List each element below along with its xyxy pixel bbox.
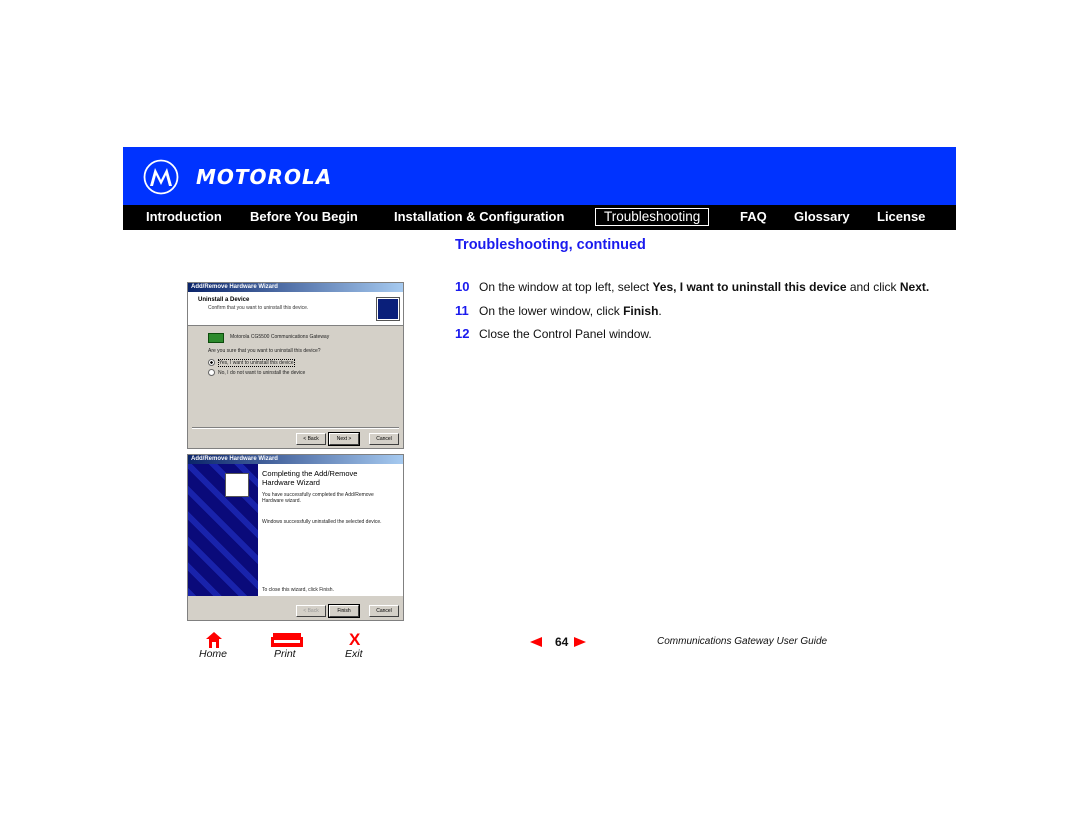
step-number: 12 bbox=[455, 326, 470, 341]
network-card-icon bbox=[208, 333, 224, 343]
nav-installation-configuration[interactable]: Installation & Configuration bbox=[394, 209, 564, 224]
step-text-plain: . bbox=[658, 303, 662, 318]
step-text-bold: Yes, I want to uninstall this device bbox=[652, 280, 847, 294]
dialog-header: Uninstall a Device Confirm that you want… bbox=[188, 292, 403, 326]
radio-yes-uninstall: Yes, I want to uninstall this device bbox=[208, 358, 295, 367]
radio-no-uninstall: No, I do not want to uninstall the devic… bbox=[208, 369, 305, 376]
next-page-arrow-icon[interactable] bbox=[574, 637, 586, 647]
close-instruction: To close this wizard, click Finish. bbox=[262, 587, 334, 593]
step-text-bold: Finish bbox=[623, 303, 659, 318]
exit-icon[interactable]: X bbox=[349, 630, 360, 650]
step-text-plain: and click bbox=[846, 280, 900, 294]
nav-troubleshooting[interactable]: Troubleshooting bbox=[595, 208, 710, 226]
step-text-bold: Next. bbox=[899, 280, 930, 294]
cancel-button: Cancel bbox=[369, 605, 399, 617]
next-button: Next > bbox=[328, 432, 360, 446]
dialog-heading: Completing the Add/Remove Hardware Wizar… bbox=[262, 469, 358, 487]
back-button: < Back bbox=[296, 605, 326, 617]
step-text: On the lower window, click Finish. bbox=[479, 304, 662, 318]
section-title: Troubleshooting, continued bbox=[455, 237, 646, 253]
main-nav: Introduction Before You Begin Installati… bbox=[123, 205, 956, 230]
radio-label: Yes, I want to uninstall this device bbox=[218, 358, 295, 367]
page-number: 64 bbox=[555, 635, 569, 649]
radio-button-selected bbox=[208, 359, 215, 366]
nav-faq[interactable]: FAQ bbox=[740, 209, 767, 224]
previous-page-arrow-icon[interactable] bbox=[530, 637, 542, 647]
hardware-wizard-icon bbox=[225, 473, 249, 497]
motorola-logo-icon bbox=[143, 159, 179, 195]
radio-label: No, I do not want to uninstall the devic… bbox=[218, 369, 306, 376]
uninstall-device-dialog-screenshot: Add/Remove Hardware Wizard Uninstall a D… bbox=[187, 282, 404, 449]
back-button: < Back bbox=[296, 433, 326, 445]
step-text-plain: On the window at top left, select bbox=[479, 280, 653, 294]
device-name: Motorola CG5500 Communications Gateway bbox=[230, 334, 330, 340]
cancel-button: Cancel bbox=[369, 433, 399, 445]
print-icon[interactable] bbox=[271, 633, 303, 647]
dialog-body: Completing the Add/Remove Hardware Wizar… bbox=[258, 464, 403, 596]
step-text: On the window at top left, select Yes, I… bbox=[479, 280, 929, 294]
completing-wizard-dialog-screenshot: Add/Remove Hardware Wizard Completing th… bbox=[187, 454, 404, 621]
radio-button bbox=[208, 369, 215, 376]
uninstall-message: Windows successfully uninstalled the sel… bbox=[262, 519, 382, 525]
finish-button: Finish bbox=[328, 604, 360, 618]
step-number: 11 bbox=[455, 302, 469, 318]
home-icon[interactable] bbox=[206, 632, 222, 648]
guide-title: Communications Gateway User Guide bbox=[657, 636, 828, 647]
hardware-wizard-icon bbox=[376, 297, 400, 321]
step-text-plain: On the lower window, click bbox=[479, 303, 624, 318]
header-banner: MOTOROLA bbox=[123, 147, 956, 205]
nav-before-you-begin[interactable]: Before You Begin bbox=[250, 209, 358, 224]
dialog-separator bbox=[192, 427, 399, 429]
print-link[interactable]: Print bbox=[274, 648, 296, 660]
dialog-heading: Uninstall a Device bbox=[198, 297, 250, 303]
dialog-title: Add/Remove Hardware Wizard bbox=[188, 283, 403, 292]
dialog-subheading: Confirm that you want to uninstall this … bbox=[208, 305, 309, 311]
brand-name: MOTOROLA bbox=[196, 165, 333, 189]
nav-license[interactable]: License bbox=[877, 209, 925, 224]
confirm-question: Are you sure that you want to uninstall … bbox=[208, 348, 321, 354]
exit-link[interactable]: Exit bbox=[345, 648, 363, 660]
nav-introduction[interactable]: Introduction bbox=[146, 209, 222, 224]
dialog-title: Add/Remove Hardware Wizard bbox=[188, 455, 403, 464]
nav-glossary[interactable]: Glossary bbox=[794, 209, 850, 224]
step-text-plain: Close the Control Panel window. bbox=[479, 327, 652, 341]
step-number: 10 bbox=[455, 279, 470, 294]
completion-message: You have successfully completed the Add/… bbox=[262, 492, 374, 504]
home-link[interactable]: Home bbox=[199, 648, 227, 660]
step-text: Close the Control Panel window. bbox=[479, 327, 652, 341]
